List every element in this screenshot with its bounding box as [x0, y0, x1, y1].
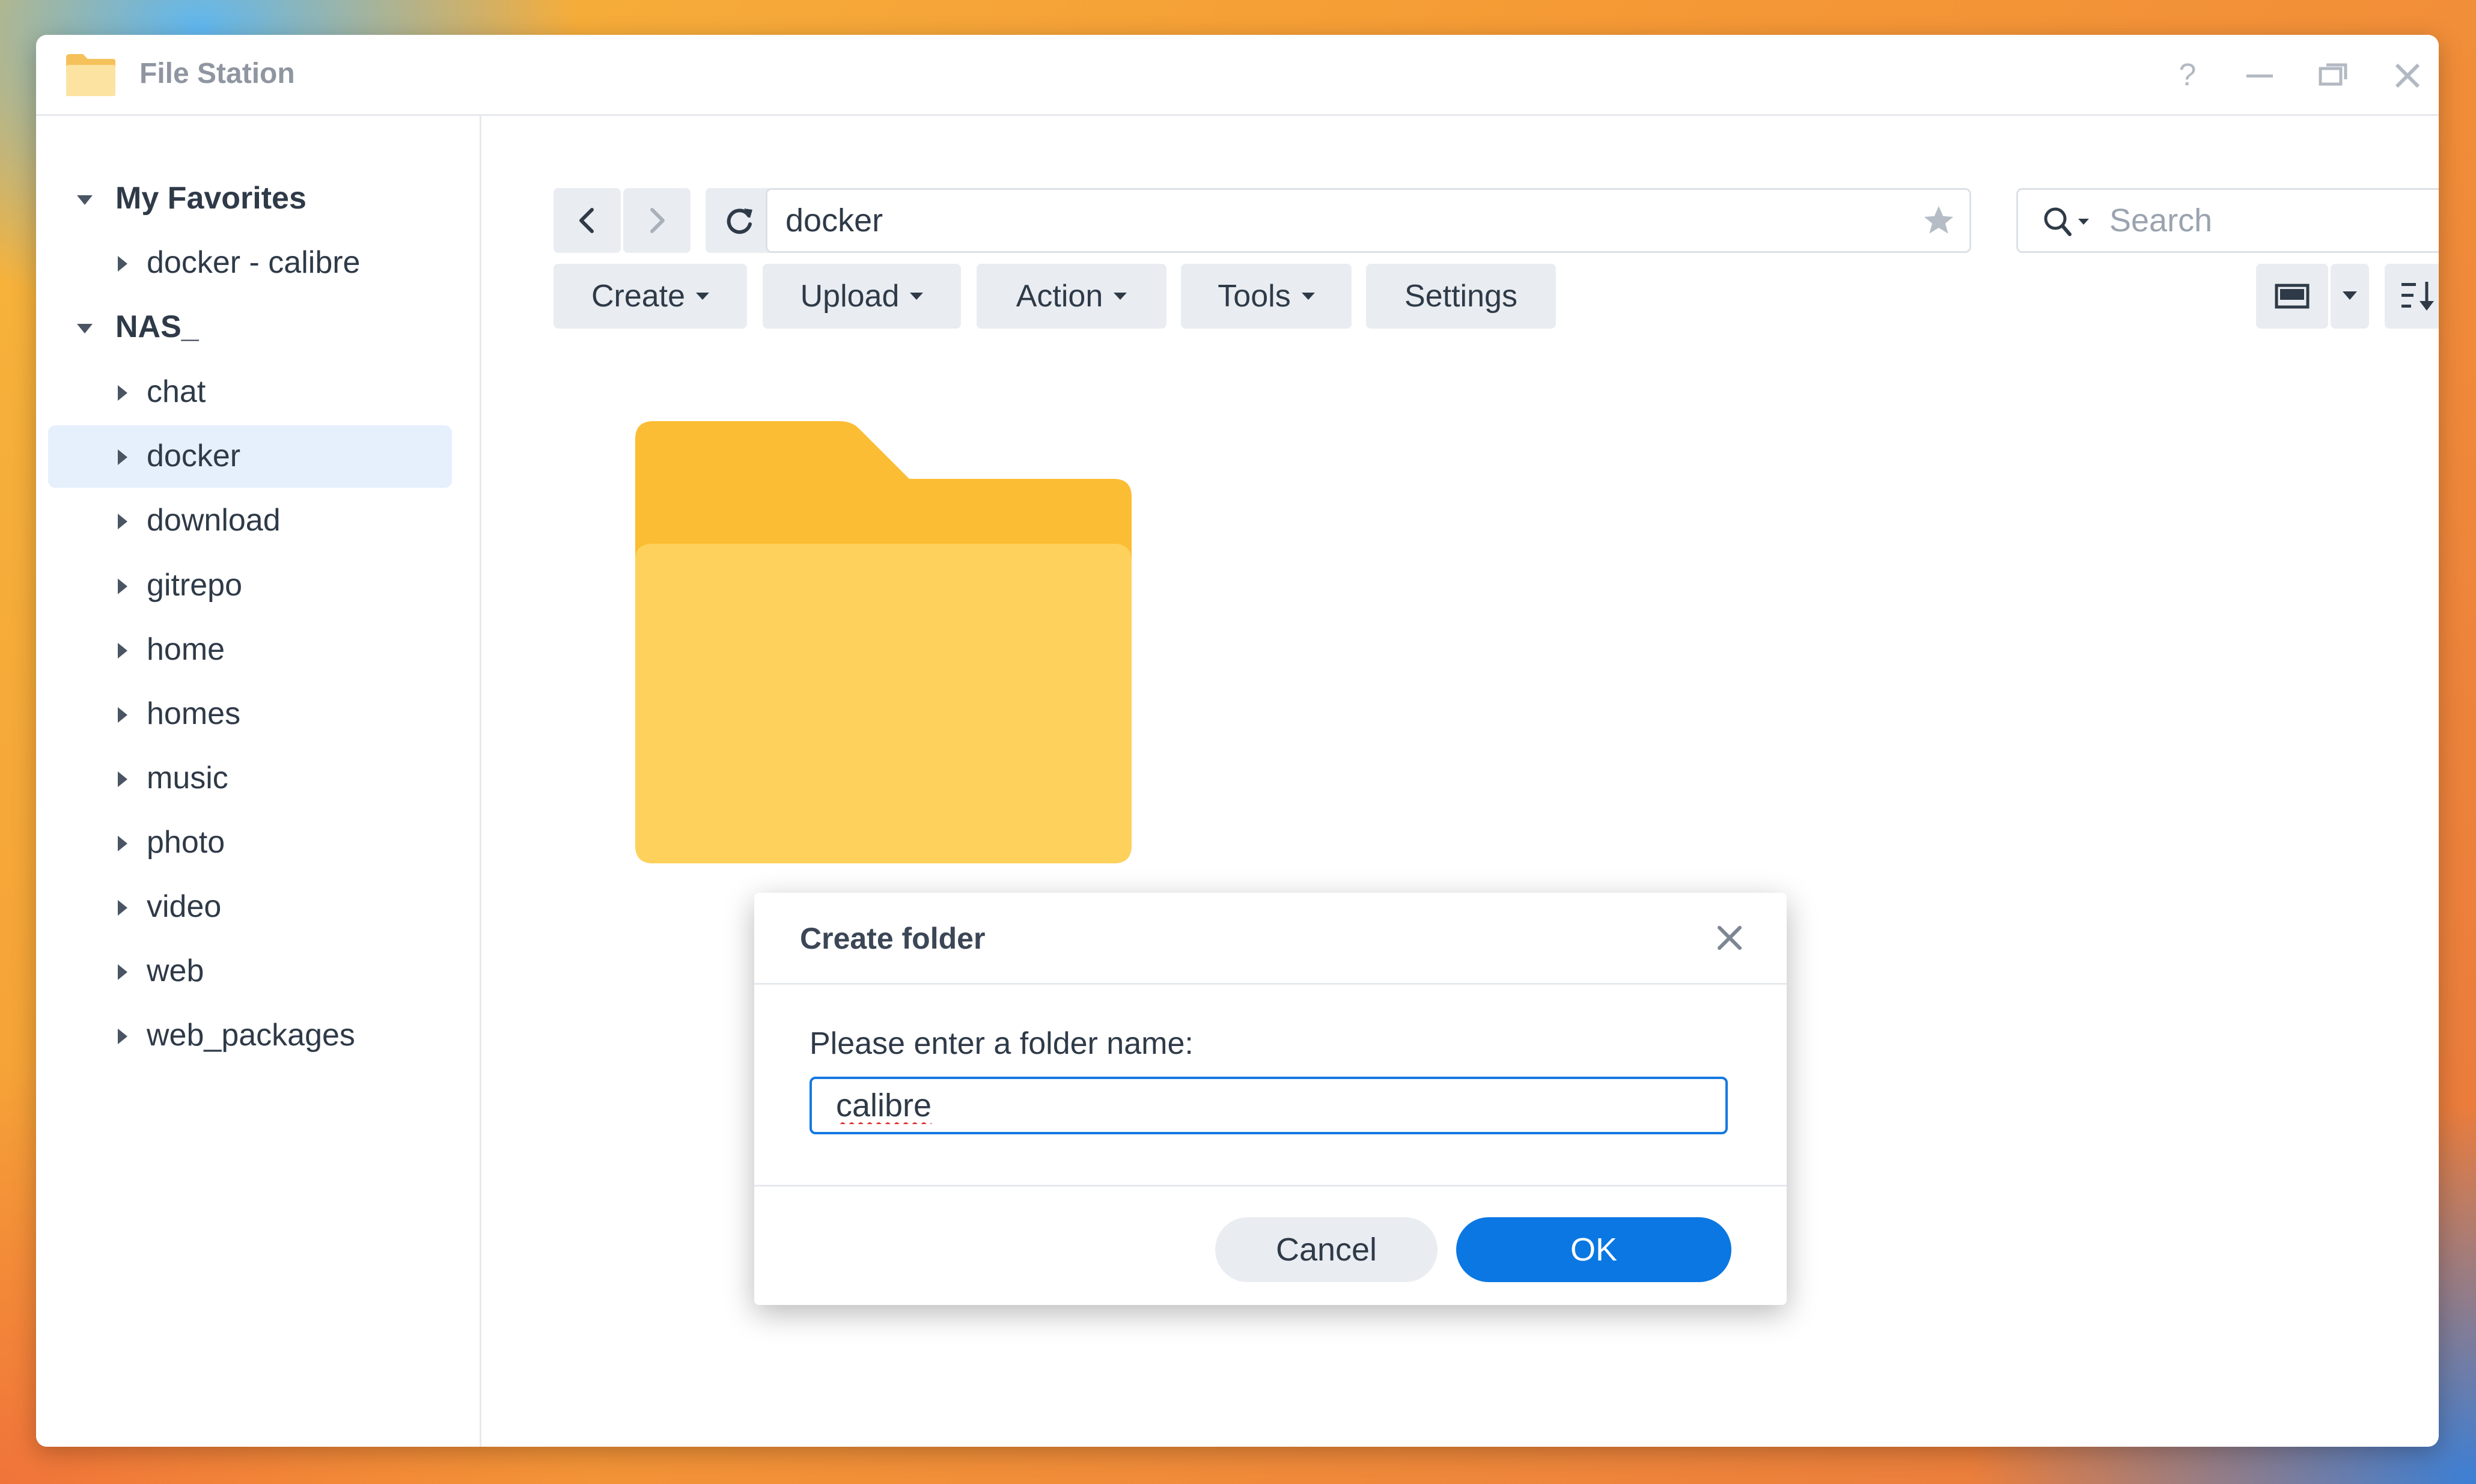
- create-button-label: Create: [591, 279, 686, 314]
- caret-down-icon: [696, 293, 710, 300]
- tree-node-web-packages[interactable]: web_packages: [48, 1005, 452, 1067]
- chevron-right-icon[interactable]: [113, 384, 131, 402]
- folder-app-icon: [66, 54, 115, 96]
- tree-label: web_packages: [147, 1018, 355, 1053]
- tree-node-chat[interactable]: chat: [48, 361, 452, 424]
- path-text: docker: [785, 202, 883, 239]
- view-mode-dropdown[interactable]: [2331, 264, 2369, 329]
- action-button-label: Action: [1016, 279, 1103, 314]
- tree-label: homes: [147, 696, 241, 731]
- tree-label: web: [147, 953, 204, 988]
- folder-icon[interactable]: [635, 421, 1134, 866]
- thumbnail-view-icon: [2275, 284, 2310, 309]
- chevron-right-icon[interactable]: [113, 448, 131, 466]
- svg-text:?: ?: [2179, 58, 2197, 93]
- close-icon[interactable]: [2383, 52, 2432, 100]
- sidebar-tree: My Favorites docker - calibre NAS_ chat …: [36, 116, 481, 1447]
- chevron-right-icon[interactable]: [113, 577, 131, 595]
- search-box[interactable]: [2016, 188, 2439, 253]
- refresh-button[interactable]: [706, 188, 773, 253]
- dialog-divider: [754, 1185, 1787, 1187]
- chevron-right-icon[interactable]: [113, 512, 131, 531]
- ok-button[interactable]: OK: [1456, 1217, 1731, 1282]
- tree-label: home: [147, 632, 225, 667]
- chevron-right-icon[interactable]: [113, 963, 131, 981]
- sort-button[interactable]: [2385, 264, 2439, 329]
- tree-label: docker: [147, 439, 241, 473]
- sort-icon: [2401, 282, 2434, 311]
- caret-down-icon: [1301, 293, 1315, 300]
- tree-node-video[interactable]: video: [48, 876, 452, 938]
- upload-button-label: Upload: [800, 279, 900, 314]
- chevron-down-icon[interactable]: [76, 190, 94, 208]
- tree-node-gitrepo[interactable]: gitrepo: [48, 555, 452, 617]
- tree-label: My Favorites: [115, 181, 306, 216]
- path-bar[interactable]: docker: [766, 188, 1971, 253]
- search-icon[interactable]: [2041, 204, 2095, 239]
- chevron-right-icon: [650, 208, 665, 233]
- tree-node-docker[interactable]: docker: [48, 425, 452, 488]
- back-button[interactable]: [553, 188, 621, 253]
- settings-button[interactable]: Settings: [1366, 264, 1556, 329]
- folder-name-input[interactable]: [810, 1077, 1728, 1134]
- minimize-icon[interactable]: [2236, 52, 2284, 100]
- search-input[interactable]: [2108, 198, 2423, 243]
- chevron-right-icon[interactable]: [113, 899, 131, 917]
- chevron-right-icon[interactable]: [113, 706, 131, 724]
- title-bar: File Station ?: [36, 35, 2439, 116]
- tree-label: video: [147, 889, 222, 924]
- tree-node-nas[interactable]: NAS_: [48, 296, 452, 359]
- tree-label: docker - calibre: [147, 245, 361, 280]
- folder-name-label: Please enter a folder name:: [810, 1026, 1194, 1061]
- chevron-right-icon[interactable]: [113, 835, 131, 853]
- settings-button-label: Settings: [1404, 279, 1517, 314]
- tree-label: music: [147, 761, 228, 795]
- tree-node-favorite-item[interactable]: docker - calibre: [48, 232, 452, 294]
- dialog-title: Create folder: [800, 922, 986, 955]
- close-icon[interactable]: [1715, 923, 1745, 953]
- tree-label: NAS_: [115, 309, 199, 344]
- create-folder-dialog: Create folder Please enter a folder name…: [754, 893, 1787, 1305]
- tree-node-download[interactable]: download: [48, 490, 452, 552]
- chevron-right-icon[interactable]: [113, 1027, 131, 1045]
- tree-node-my-favorites[interactable]: My Favorites: [48, 168, 452, 230]
- upload-button[interactable]: Upload: [763, 264, 961, 329]
- cancel-button[interactable]: Cancel: [1215, 1217, 1438, 1282]
- chevron-down-icon[interactable]: [76, 319, 94, 337]
- window-title: File Station: [139, 58, 295, 90]
- tools-button-label: Tools: [1218, 279, 1291, 314]
- view-mode-button[interactable]: [2256, 264, 2328, 329]
- chevron-right-icon[interactable]: [113, 770, 131, 788]
- chevron-right-icon[interactable]: [113, 255, 131, 273]
- chevron-left-icon: [579, 208, 594, 233]
- tree-node-homes[interactable]: homes: [48, 683, 452, 746]
- chevron-right-icon[interactable]: [113, 642, 131, 660]
- tree-node-home[interactable]: home: [48, 619, 452, 681]
- restore-icon[interactable]: [2310, 52, 2358, 100]
- tree-label: photo: [147, 825, 225, 860]
- caret-down-icon: [910, 293, 924, 300]
- tree-label: download: [147, 503, 281, 538]
- tree-node-photo[interactable]: photo: [48, 812, 452, 874]
- caret-down-icon: [1114, 293, 1127, 300]
- dialog-header: Create folder: [754, 893, 1787, 985]
- file-station-window: File Station ? My Favorites docker - cal…: [36, 35, 2439, 1447]
- help-icon[interactable]: ?: [2163, 52, 2212, 100]
- create-button[interactable]: Create: [553, 264, 747, 329]
- caret-down-icon: [2343, 291, 2357, 300]
- tree-label: gitrepo: [147, 568, 242, 603]
- tree-node-web[interactable]: web: [48, 940, 452, 1003]
- action-button[interactable]: Action: [977, 264, 1166, 329]
- tree-node-music[interactable]: music: [48, 747, 452, 810]
- forward-button[interactable]: [623, 188, 691, 253]
- tree-label: chat: [147, 374, 206, 409]
- star-icon[interactable]: [1921, 203, 1956, 238]
- tools-button[interactable]: Tools: [1181, 264, 1352, 329]
- refresh-icon: [727, 208, 752, 234]
